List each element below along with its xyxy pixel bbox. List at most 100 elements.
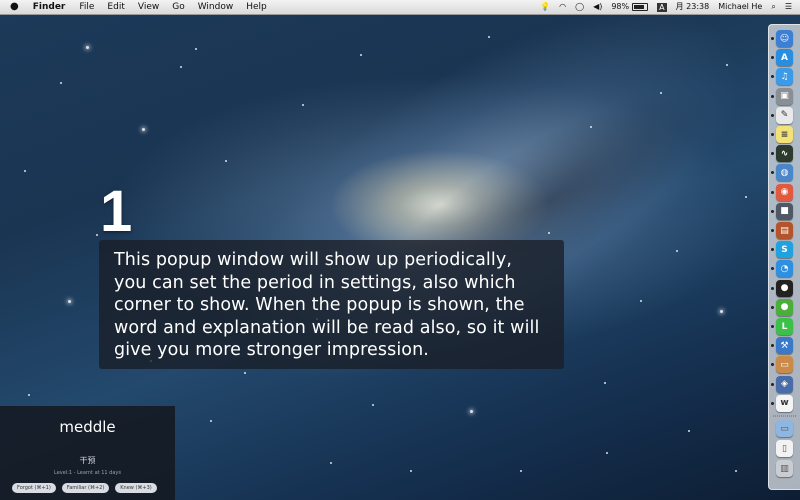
- menu-go[interactable]: Go: [172, 0, 184, 14]
- star: [210, 420, 212, 422]
- volume-icon[interactable]: ◀): [593, 0, 602, 14]
- star: [745, 196, 747, 198]
- star: [360, 54, 362, 56]
- popup-meaning: 干预: [79, 456, 96, 465]
- wifi-icon[interactable]: ◠: [559, 0, 566, 14]
- apple-menu-icon[interactable]: ●: [10, 0, 19, 14]
- document-icon[interactable]: ▯: [776, 440, 793, 457]
- activity-monitor-icon[interactable]: ∿: [776, 145, 793, 163]
- menu-window[interactable]: Window: [198, 0, 234, 14]
- star: [720, 310, 723, 313]
- star: [302, 104, 304, 106]
- lightbulb-icon[interactable]: 💡: [540, 0, 550, 14]
- star: [488, 36, 490, 38]
- notification-center-icon[interactable]: ☰: [785, 0, 792, 14]
- running-indicator: [771, 325, 774, 328]
- forgot-button[interactable]: Forgot (⌘+1): [12, 483, 56, 493]
- menu-help[interactable]: Help: [246, 0, 267, 14]
- battery-icon[interactable]: [632, 0, 649, 14]
- star: [590, 126, 592, 128]
- star: [330, 462, 332, 464]
- popup-button-row: Forgot (⌘+1) Familiar (⌘+2) Knew (⌘+3): [12, 483, 157, 493]
- familiar-button[interactable]: Familiar (⌘+2): [61, 483, 110, 493]
- star: [142, 128, 145, 131]
- star: [28, 394, 30, 396]
- star: [68, 300, 71, 303]
- chrome-icon[interactable]: ◉: [776, 183, 793, 201]
- menu-clock[interactable]: 月 23:38: [676, 0, 710, 14]
- star: [225, 160, 227, 162]
- virtualbox-icon[interactable]: ◈: [776, 375, 793, 393]
- menu-edit[interactable]: Edit: [107, 0, 124, 14]
- star: [520, 470, 522, 472]
- archive-icon[interactable]: ▭: [776, 356, 793, 374]
- star: [24, 170, 26, 172]
- running-indicator: [771, 286, 774, 290]
- star: [676, 250, 678, 252]
- wechat-icon[interactable]: ●: [776, 298, 793, 316]
- xcode-icon[interactable]: ⚒: [776, 337, 793, 355]
- qq-icon[interactable]: ●: [776, 279, 793, 297]
- itunes-icon[interactable]: ♫: [776, 68, 793, 86]
- running-indicator: [771, 133, 774, 136]
- star: [470, 410, 473, 413]
- running-indicator: [771, 171, 774, 175]
- downloads-folder-icon[interactable]: ▭: [776, 420, 793, 437]
- running-indicator: [771, 229, 774, 232]
- running-indicator: [771, 209, 774, 213]
- running-indicator: [771, 305, 774, 309]
- star: [688, 430, 690, 432]
- input-method[interactable]: A: [657, 2, 667, 12]
- star: [195, 48, 197, 50]
- running-indicator: [771, 363, 774, 367]
- instruction-overlay: This popup window will show up periodica…: [99, 240, 564, 369]
- skype-icon[interactable]: S: [776, 241, 793, 259]
- running-indicator: [771, 190, 774, 194]
- popup-level-info: Level:1 - Learnt at 11 days: [54, 470, 121, 476]
- star: [604, 382, 606, 384]
- user-name[interactable]: Michael He: [718, 0, 762, 14]
- running-indicator: [771, 401, 774, 405]
- battery-percent: 98%: [611, 2, 630, 11]
- star: [372, 404, 374, 406]
- star: [640, 300, 642, 302]
- spotlight-search-icon[interactable]: ⌕: [771, 0, 775, 14]
- word-app-icon[interactable]: w: [776, 394, 793, 412]
- star: [726, 64, 728, 66]
- running-indicator: [771, 75, 774, 79]
- star: [660, 92, 662, 94]
- app-store-icon[interactable]: A: [776, 49, 793, 67]
- word-popup[interactable]: meddle 干预 Level:1 - Learnt at 11 days Fo…: [0, 406, 175, 500]
- textedit-icon[interactable]: ✎: [776, 106, 793, 124]
- photo-booth-icon[interactable]: ▤: [776, 222, 793, 239]
- running-indicator: [771, 344, 774, 348]
- finder-icon[interactable]: ☺: [776, 30, 793, 47]
- stickies-icon[interactable]: ≡: [776, 126, 793, 143]
- knew-button[interactable]: Knew (⌘+3): [115, 483, 157, 493]
- preview-icon[interactable]: ▣: [776, 87, 793, 105]
- star: [244, 372, 246, 374]
- running-indicator: [771, 56, 774, 60]
- menu-app-name[interactable]: Finder: [33, 0, 66, 14]
- star: [410, 470, 412, 472]
- menu-view[interactable]: View: [138, 0, 159, 14]
- network-utility-icon[interactable]: ◍: [776, 164, 793, 182]
- chat-bubble-icon[interactable]: ◯: [575, 0, 584, 14]
- step-number: 1: [100, 179, 133, 244]
- line-icon[interactable]: L: [776, 318, 793, 335]
- star: [180, 66, 182, 68]
- messages-icon[interactable]: ◔: [776, 260, 793, 278]
- running-indicator: [771, 382, 774, 386]
- menu-file[interactable]: File: [79, 0, 94, 14]
- dock: ☺ A ♫ ▣ ✎ ≡ ∿ ◍ ◉ ■ ▤ S ◔ ● ● L ⚒ ▭ ◈ w ▭ ▯ ▥: [768, 24, 800, 490]
- menu-bar: ● Finder File Edit View Go Window Help 💡…: [0, 0, 800, 15]
- star: [96, 234, 98, 236]
- status-menus: 💡 ◠ ◯ ◀) 98% A 月 23:38 Michael He ⌕ ☰: [531, 0, 792, 14]
- star: [606, 452, 608, 454]
- trash-icon[interactable]: ▥: [776, 460, 793, 477]
- facetime-icon[interactable]: ■: [776, 202, 793, 220]
- star: [735, 470, 737, 472]
- running-indicator: [771, 94, 774, 98]
- dock-separator: [773, 415, 796, 417]
- instruction-text: This popup window will show up periodica…: [114, 250, 540, 360]
